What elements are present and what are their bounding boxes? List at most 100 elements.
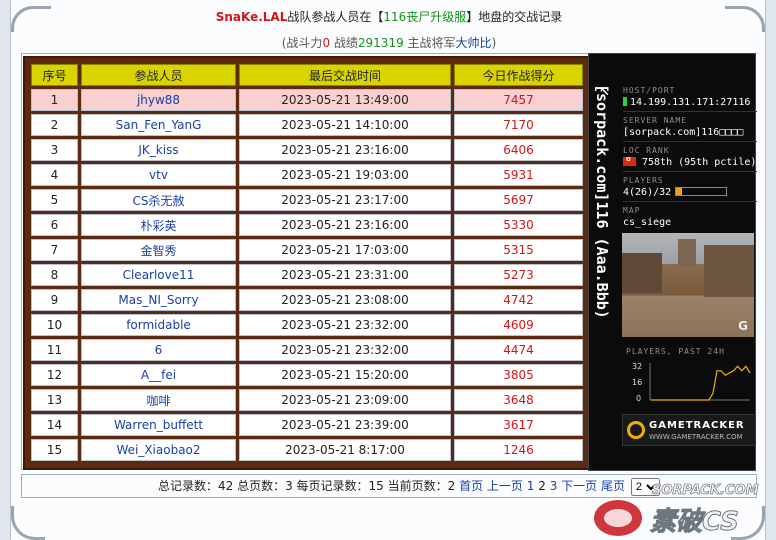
players-progress-bar xyxy=(675,187,728,196)
today-score: 6406 xyxy=(454,139,583,161)
row-number: 10 xyxy=(31,314,78,336)
today-score: 5330 xyxy=(454,214,583,236)
divider xyxy=(623,141,757,142)
table-row: 14 Warren_buffett 2023-05-21 23:39:00 3617 xyxy=(31,414,583,436)
host-label: HOST/PORT xyxy=(623,86,676,95)
last-battle-time: 2023-05-21 23:09:00 xyxy=(239,389,451,411)
player-name-link[interactable]: Wei_Xiaobao2 xyxy=(81,439,236,461)
today-score: 3805 xyxy=(454,364,583,386)
today-score: 1246 xyxy=(454,439,583,461)
player-name-link[interactable]: Warren_buffett xyxy=(81,414,236,436)
map-thumbnail: G xyxy=(622,233,754,337)
divider xyxy=(623,201,757,202)
today-score: 4609 xyxy=(454,314,583,336)
today-score: 3617 xyxy=(454,414,583,436)
table-row: 1 jhyw88 2023-05-21 13:49:00 7457 xyxy=(31,89,583,111)
table-row: 2 San_Fen_YanG 2023-05-21 14:10:00 7170 xyxy=(31,114,583,136)
cs-game-icon: ↖ xyxy=(599,85,610,100)
title-text-2: 】地盘的交战记录 xyxy=(466,10,563,24)
last-battle-time: 2023-05-21 23:08:00 xyxy=(239,289,451,311)
today-score: 5273 xyxy=(454,264,583,286)
player-name-link[interactable]: 6 xyxy=(81,339,236,361)
host-text: 14.199.131.171:27116 xyxy=(630,97,751,108)
players-label: PLAYERS xyxy=(623,176,664,185)
last-battle-time: 2023-05-21 17:03:00 xyxy=(239,239,451,261)
title-text-1: 战队参战人员在【 xyxy=(287,10,384,24)
last-battle-time: 2023-05-21 13:49:00 xyxy=(239,89,451,111)
player-name-link[interactable]: Mas_NI_Sorry xyxy=(81,289,236,311)
server-name-label: SERVER NAME xyxy=(623,116,687,125)
last-battle-time: 2023-05-21 23:16:00 xyxy=(239,214,451,236)
row-number: 12 xyxy=(31,364,78,386)
player-name-link[interactable]: JK_kiss xyxy=(81,139,236,161)
table-row: 13 咖啡 2023-05-21 23:09:00 3648 xyxy=(31,389,583,411)
pager-page-3[interactable]: 3 xyxy=(550,479,558,493)
col-header-time: 最后交战时间 xyxy=(239,64,451,86)
status-online-icon xyxy=(623,97,627,106)
divider xyxy=(623,111,757,112)
pager-prev-link[interactable]: 上一页 xyxy=(487,479,523,493)
pager-summary: 总记录数：42 总页数：3 每页记录数：15 当前页数：2 xyxy=(158,479,460,493)
server-name-value: [sorpack.com]116□□□□ xyxy=(623,127,744,138)
team-stats: (战斗力0 战绩291319 主战将军大帅比) xyxy=(11,34,767,51)
today-score: 3648 xyxy=(454,389,583,411)
last-battle-time: 2023-05-21 8:17:00 xyxy=(239,439,451,461)
host-value: 14.199.131.171:27116 xyxy=(623,97,757,108)
today-score: 4742 xyxy=(454,289,583,311)
server-name: 116丧尸升级服 xyxy=(383,10,467,24)
today-score: 5931 xyxy=(454,164,583,186)
map-label: MAP xyxy=(623,206,641,215)
row-number: 13 xyxy=(31,389,78,411)
pager-page-2: 2 xyxy=(538,479,546,493)
player-name-link[interactable]: San_Fen_YanG xyxy=(81,114,236,136)
col-header-no: 序号 xyxy=(31,64,78,86)
today-score: 7170 xyxy=(454,114,583,136)
row-number: 11 xyxy=(31,339,78,361)
watermark-brand: 素破CS xyxy=(650,507,739,537)
player-name-link[interactable]: 朴彩英 xyxy=(81,214,236,236)
last-battle-time: 2023-05-21 19:03:00 xyxy=(239,164,451,186)
y-tick-16: 16 xyxy=(632,378,642,387)
gametracker-name: GAMETRACKER xyxy=(649,420,745,431)
gametracker-logo[interactable]: GAMETRACKER WWW.GAMETRACKER.COM xyxy=(622,414,756,446)
table-row: 11 6 2023-05-21 23:32:00 4474 xyxy=(31,339,583,361)
player-name-link[interactable]: 咖啡 xyxy=(81,389,236,411)
y-tick-0: 0 xyxy=(636,394,641,403)
y-tick-32: 32 xyxy=(632,362,642,371)
row-number: 14 xyxy=(31,414,78,436)
divider xyxy=(623,171,757,172)
player-name-link[interactable]: CS杀无赦 xyxy=(81,189,236,211)
tracker-info-panel: HOST/PORT 14.199.131.171:27116 SERVER NA… xyxy=(623,82,757,228)
sorpack-watermark-logo: SORPACK.COM 素破CS xyxy=(594,483,759,538)
players-series-line xyxy=(651,365,751,401)
player-name-link[interactable]: jhyw88 xyxy=(81,89,236,111)
page-title: SnaKe.LAL战队参战人员在【116丧尸升级服】地盘的交战记录 xyxy=(11,8,767,25)
table-row: 12 A__fei 2023-05-21 15:20:00 3805 xyxy=(31,364,583,386)
row-number: 3 xyxy=(31,139,78,161)
battle-record-table-wrap: 序号 参战人员 最后交战时间 今日作战得分 1 jhyw88 2023-05-21 … xyxy=(23,56,591,470)
player-name-link[interactable]: formidable xyxy=(81,314,236,336)
pager-page-1[interactable]: 1 xyxy=(527,479,535,493)
player-name-link[interactable]: Clearlove11 xyxy=(81,264,236,286)
col-header-score: 今日作战得分 xyxy=(454,64,583,86)
last-battle-time: 2023-05-21 23:32:00 xyxy=(239,314,451,336)
gametracker-url: WWW.GAMETRACKER.COM xyxy=(649,433,743,441)
row-number: 15 xyxy=(31,439,78,461)
player-name-link[interactable]: A__fei xyxy=(81,364,236,386)
last-battle-time: 2023-05-21 23:32:00 xyxy=(239,339,451,361)
map-wall xyxy=(704,245,754,297)
table-row: 4 vtv 2023-05-21 19:03:00 5931 xyxy=(31,164,583,186)
row-number: 2 xyxy=(31,114,78,136)
player-name-link[interactable]: 金智秀 xyxy=(81,239,236,261)
row-number: 7 xyxy=(31,239,78,261)
gametracker-icon xyxy=(627,421,645,439)
row-number: 8 xyxy=(31,264,78,286)
battle-record-table: 序号 参战人员 最后交战时间 今日作战得分 1 jhyw88 2023-05-21 … xyxy=(28,61,586,464)
row-number: 1 xyxy=(31,89,78,111)
last-battle-time: 2023-05-21 23:39:00 xyxy=(239,414,451,436)
col-header-player: 参战人员 xyxy=(81,64,236,86)
rank-value: 758th (95th pctile) xyxy=(623,157,757,168)
pager-first-link[interactable]: 首页 xyxy=(459,479,483,493)
rank-text: 758th (95th pctile) xyxy=(642,157,757,168)
player-name-link[interactable]: vtv xyxy=(81,164,236,186)
